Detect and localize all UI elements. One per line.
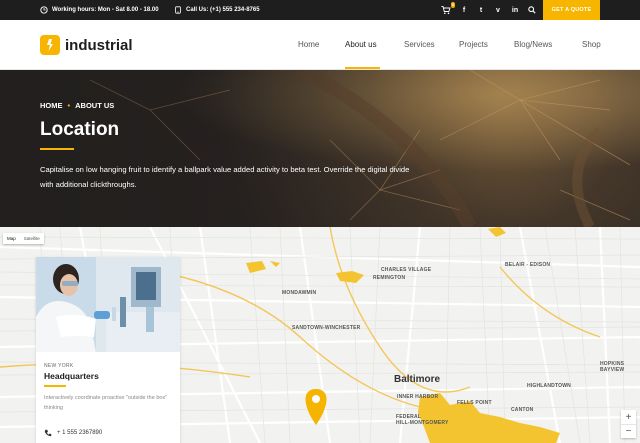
location-card: NEW YORK Headquarters Interactively coor… — [36, 257, 180, 443]
site-header: industrial Home About us Services Projec… — [0, 20, 640, 70]
nav-blog-news[interactable]: Blog/News — [514, 40, 552, 49]
nav-projects[interactable]: Projects — [459, 40, 488, 49]
card-location: NEW YORK — [44, 363, 74, 369]
breadcrumb: HOME • ABOUT US — [40, 101, 114, 110]
map-zoom-controls: + − — [621, 410, 636, 438]
zoom-in-button[interactable]: + — [621, 410, 636, 424]
map-type-satellite[interactable]: Satellite — [20, 233, 44, 244]
breadcrumb-about-us[interactable]: ABOUT US — [75, 101, 114, 110]
call-us[interactable]: Call Us: (+1) 555 234-8765 — [174, 0, 260, 20]
map-label-belair-edison: BELAIR - EDISON — [505, 262, 551, 268]
nav-services[interactable]: Services — [404, 40, 435, 49]
phone-icon — [175, 6, 181, 14]
card-photo — [36, 257, 180, 352]
page-hero: HOME • ABOUT US Location Capitalise on l… — [0, 70, 640, 227]
call-us-text: Call Us: (+1) 555 234-8765 — [186, 7, 260, 13]
map-label-hopkins-bayview: HOPKINS BAYVIEW — [600, 361, 625, 373]
breadcrumb-home[interactable]: HOME — [40, 101, 63, 110]
get-a-quote-button[interactable]: GET A QUOTE — [543, 0, 600, 20]
card-description: Interactively coordinate proactive "outs… — [44, 395, 168, 411]
working-hours-text: Working hours: Mon - Sat 8.00 - 18.00 — [52, 7, 159, 13]
phone-icon — [44, 429, 52, 437]
nav-home[interactable]: Home — [298, 40, 319, 49]
map-label-charles-village: CHARLES VILLAGE — [381, 267, 432, 273]
breadcrumb-separator: • — [67, 101, 71, 110]
page-title: Location — [40, 119, 120, 140]
map-label-mondawmin: MONDAWMIN — [282, 290, 317, 296]
vimeo-icon[interactable]: v — [494, 7, 502, 14]
map-label-remington: REMINGTON — [373, 275, 406, 281]
location-pin[interactable] — [305, 389, 327, 425]
zoom-out-button[interactable]: − — [621, 424, 636, 438]
map-label-federal-hill: FEDERAL HILL-MONTGOMERY — [396, 414, 449, 426]
hero-description: Capitalise on low hanging fruit to ident… — [40, 165, 410, 189]
nav-about-us[interactable]: About us — [345, 40, 377, 49]
linkedin-icon[interactable]: in — [511, 7, 519, 14]
social-links: 0 f t v in — [441, 0, 536, 20]
map-city-label: Baltimore — [394, 374, 441, 385]
map-type-map[interactable]: Map — [3, 233, 20, 244]
hero-background-image — [0, 70, 640, 227]
nav-shop[interactable]: Shop — [582, 40, 601, 49]
map-label-highlandtown: HIGHLANDTOWN — [527, 383, 571, 389]
cart-button[interactable]: 0 — [441, 2, 455, 15]
card-phone-number: + 1 555 2367890 — [57, 430, 103, 436]
card-accent-bar — [44, 385, 66, 387]
clock-icon — [40, 6, 48, 14]
active-nav-indicator — [345, 67, 380, 69]
map-label-sandtown: SANDTOWN-WINCHESTER — [292, 325, 361, 331]
title-accent-bar — [40, 148, 74, 150]
top-bar: Working hours: Mon - Sat 8.00 - 18.00 Ca… — [0, 0, 640, 20]
cart-icon — [441, 6, 451, 15]
map-type-toggle[interactable]: Map Satellite — [3, 233, 44, 244]
map-label-fells-point: FELLS POINT — [457, 400, 492, 406]
facebook-icon[interactable]: f — [460, 7, 468, 14]
main-nav: Home About us Services Projects Blog/New… — [0, 20, 640, 70]
twitter-icon[interactable]: t — [477, 7, 485, 14]
map-label-inner-harbor: INNER HARBOR — [397, 394, 439, 400]
cart-count-badge: 0 — [450, 2, 455, 8]
card-phone[interactable]: + 1 555 2367890 — [44, 429, 102, 437]
map-label-canton: CANTON — [511, 407, 534, 413]
working-hours: Working hours: Mon - Sat 8.00 - 18.00 — [40, 0, 159, 20]
search-icon[interactable] — [528, 6, 536, 14]
card-title: Headquarters — [44, 371, 99, 381]
